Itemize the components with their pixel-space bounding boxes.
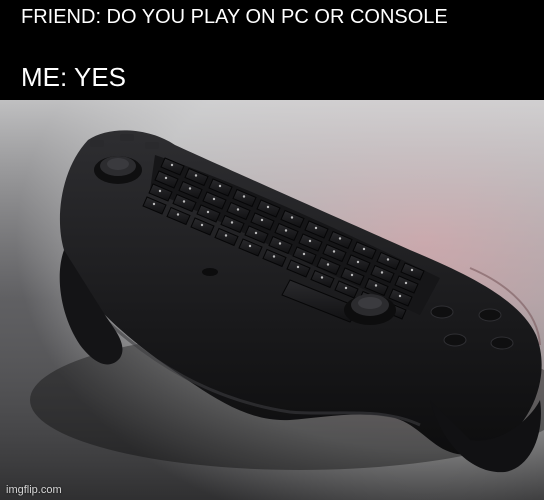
left-thumbstick: [94, 156, 142, 184]
meme-top-text: FRIEND: DO YOU PLAY ON PC OR CONSOLE: [21, 6, 448, 28]
key-label-mark: [236, 208, 240, 211]
key-label-mark: [176, 213, 180, 216]
key-label-mark: [206, 210, 210, 214]
center-button: [202, 268, 218, 276]
key-label-mark: [314, 226, 318, 230]
key-label-mark: [374, 284, 378, 287]
key-label-mark: [194, 174, 198, 177]
key-label-mark: [326, 263, 330, 266]
meme-bottom-text: ME: YES: [21, 62, 127, 92]
key-label-mark: [344, 286, 348, 290]
key-label-mark: [320, 276, 324, 279]
key-label-mark: [308, 239, 312, 243]
key-label-mark: [284, 229, 288, 232]
key-label-mark: [188, 187, 192, 190]
key-label-mark: [410, 268, 414, 272]
key-label-mark: [212, 197, 216, 201]
key-label-mark: [152, 202, 156, 206]
key-label-mark: [164, 176, 168, 180]
key-label-mark: [254, 231, 258, 235]
key-label-mark: [278, 242, 282, 245]
key-label-mark: [296, 265, 300, 269]
key-label-mark: [266, 205, 270, 209]
key-label-mark: [158, 189, 162, 193]
controller-photo: imgflip.com: [0, 100, 544, 500]
key-label-mark: [302, 252, 306, 256]
imgflip-watermark: imgflip.com: [6, 484, 62, 496]
key-label-mark: [218, 184, 222, 188]
key-label-mark: [404, 281, 408, 285]
key-label-mark: [182, 200, 186, 203]
key-label-mark: [170, 163, 174, 167]
key-label-mark: [242, 195, 246, 198]
key-label-mark: [338, 237, 342, 240]
key-label-mark: [290, 216, 294, 219]
key-label-mark: [260, 218, 264, 222]
key-label-mark: [350, 273, 354, 277]
caption-band: FRIEND: DO YOU PLAY ON PC OR CONSOLE ME:…: [0, 0, 544, 100]
key-label-mark: [200, 223, 204, 227]
key-label-mark: [224, 234, 228, 237]
key-label-mark: [386, 258, 390, 261]
controller-illustration: [0, 100, 544, 500]
key-label-mark: [398, 294, 402, 298]
key-label-mark: [272, 255, 276, 258]
key-label-mark: [248, 244, 252, 248]
key-label-mark: [230, 221, 234, 224]
key-label-mark: [356, 260, 360, 264]
key-label-mark: [362, 247, 366, 251]
key-label-mark: [332, 250, 336, 253]
key-label-mark: [380, 271, 384, 274]
